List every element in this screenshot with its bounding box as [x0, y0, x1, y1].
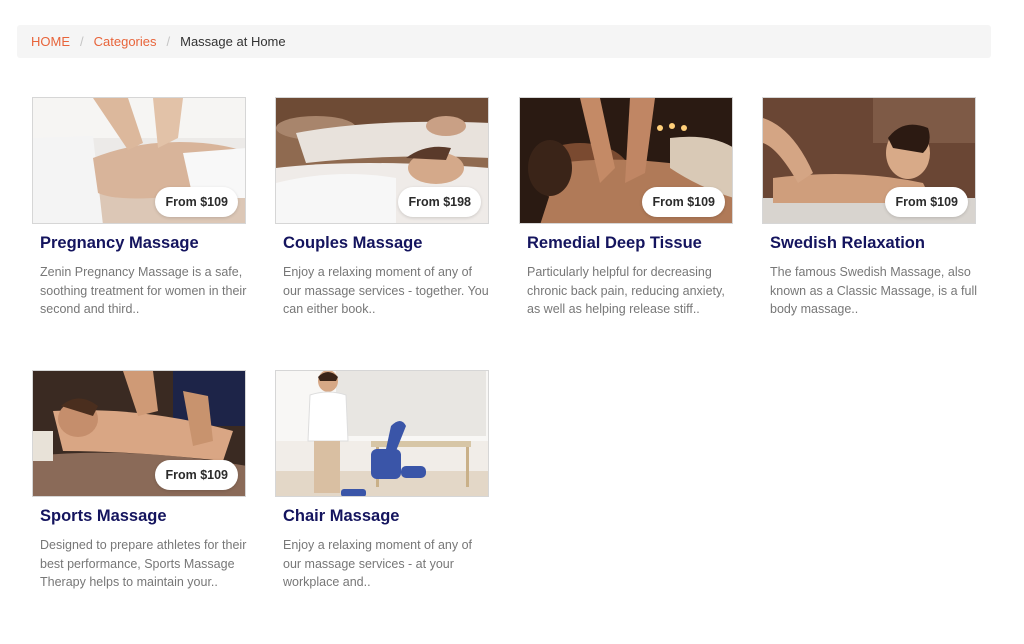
breadcrumb-home-link[interactable]: HOME	[31, 34, 70, 49]
service-title[interactable]: Sports Massage	[40, 507, 246, 526]
breadcrumb: HOME / Categories / Massage at Home	[17, 25, 991, 58]
price-badge: From $109	[885, 187, 968, 217]
price-badge: From $198	[398, 187, 481, 217]
breadcrumb-current: Massage at Home	[180, 34, 286, 49]
chair-massage-photo[interactable]	[275, 370, 489, 497]
couples-massage-photo[interactable]: From $198	[275, 97, 489, 224]
breadcrumb-separator: /	[166, 34, 171, 49]
service-description: Enjoy a relaxing moment of any of our ma…	[283, 265, 489, 316]
service-card-swedish[interactable]: From $109 Swedish Relaxation The famous …	[762, 97, 977, 319]
price-badge: From $109	[155, 187, 238, 217]
service-card-sports[interactable]: From $109 Sports Massage Designed to pre…	[32, 370, 246, 592]
service-title[interactable]: Chair Massage	[283, 507, 489, 526]
sports-massage-photo[interactable]: From $109	[32, 370, 246, 497]
service-card-deep-tissue[interactable]: From $109 Remedial Deep Tissue Particula…	[519, 97, 733, 319]
price-badge: From $109	[155, 460, 238, 490]
service-title[interactable]: Couples Massage	[283, 234, 489, 253]
deep-tissue-massage-photo[interactable]: From $109	[519, 97, 733, 224]
service-title[interactable]: Swedish Relaxation	[770, 234, 976, 253]
breadcrumb-separator: /	[80, 34, 84, 49]
service-description: The famous Swedish Massage, also known a…	[770, 265, 978, 316]
swedish-massage-photo[interactable]: From $109	[762, 97, 976, 224]
service-description: Zenin Pregnancy Massage is a safe, sooth…	[40, 265, 247, 316]
service-title[interactable]: Remedial Deep Tissue	[527, 234, 733, 253]
service-card-chair[interactable]: Chair Massage Enjoy a relaxing moment of…	[275, 370, 489, 592]
service-title[interactable]: Pregnancy Massage	[40, 234, 246, 253]
service-description: Particularly helpful for decreasing chro…	[527, 265, 725, 316]
service-card-pregnancy[interactable]: From $109 Pregnancy Massage Zenin Pregna…	[32, 97, 246, 319]
service-card-couples[interactable]: From $198 Couples Massage Enjoy a relaxi…	[275, 97, 489, 319]
service-description: Designed to prepare athletes for their b…	[40, 538, 247, 589]
breadcrumb-categories-link[interactable]: Categories	[94, 34, 157, 49]
price-badge: From $109	[642, 187, 725, 217]
pregnancy-massage-photo[interactable]: From $109	[32, 97, 246, 224]
service-description: Enjoy a relaxing moment of any of our ma…	[283, 538, 472, 589]
